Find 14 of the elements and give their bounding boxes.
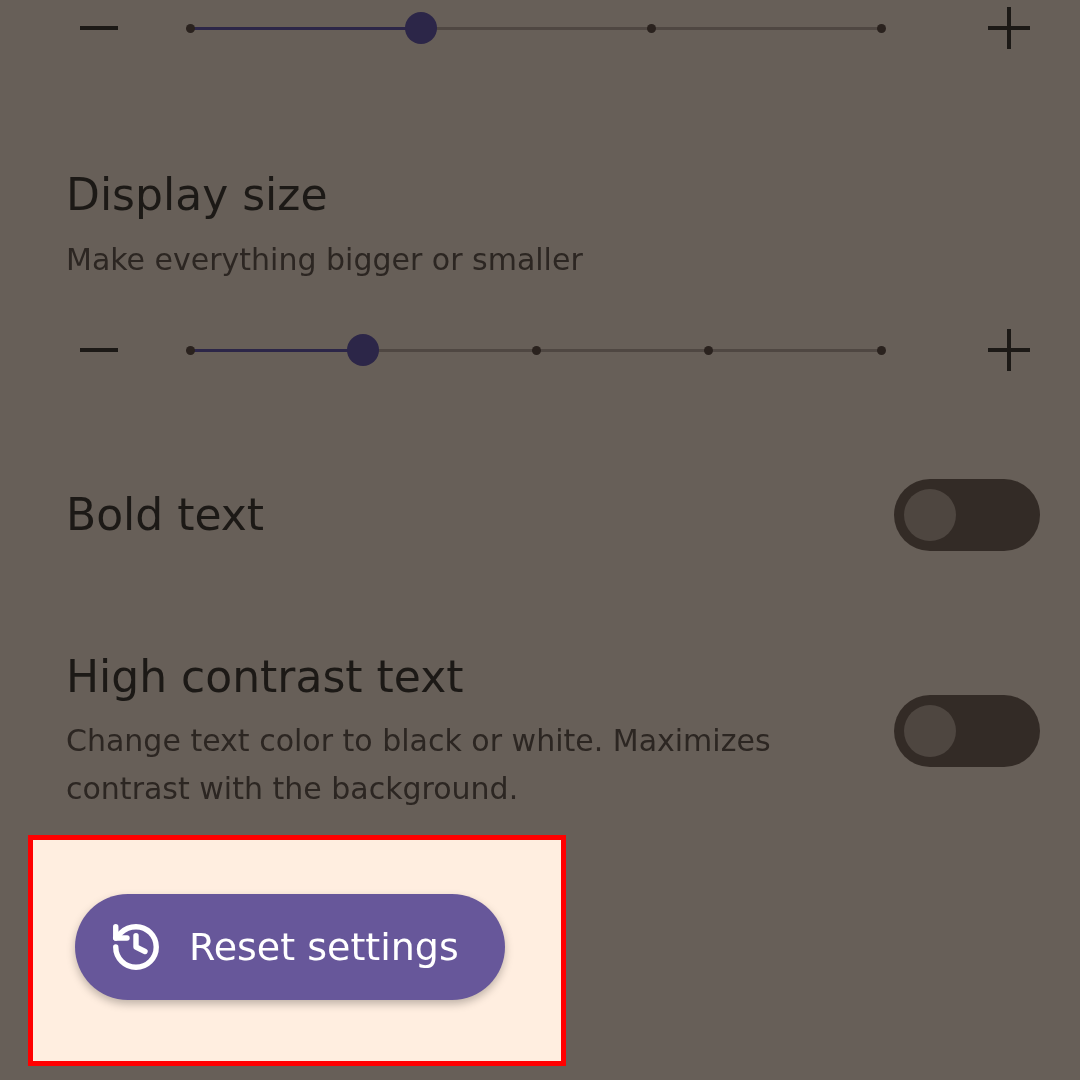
increase-button[interactable] [988, 329, 1030, 371]
setting-description: Change text color to black or white. Maximizes contrast with the background. [66, 722, 772, 808]
increase-button[interactable] [988, 7, 1030, 49]
plus-icon [988, 7, 1030, 49]
setting-title: Bold text [66, 488, 265, 542]
setting-title: High contrast text [66, 650, 465, 704]
minus-icon [80, 26, 118, 30]
setting-description: Make everything bigger or smaller [66, 241, 584, 279]
plus-icon [988, 329, 1030, 371]
slider-thumb[interactable] [404, 12, 437, 44]
slider-thumb[interactable] [347, 334, 380, 366]
minus-icon [80, 348, 118, 352]
reset-button[interactable]: Reset settings [75, 894, 505, 1000]
setting-title: Display size [66, 168, 329, 222]
